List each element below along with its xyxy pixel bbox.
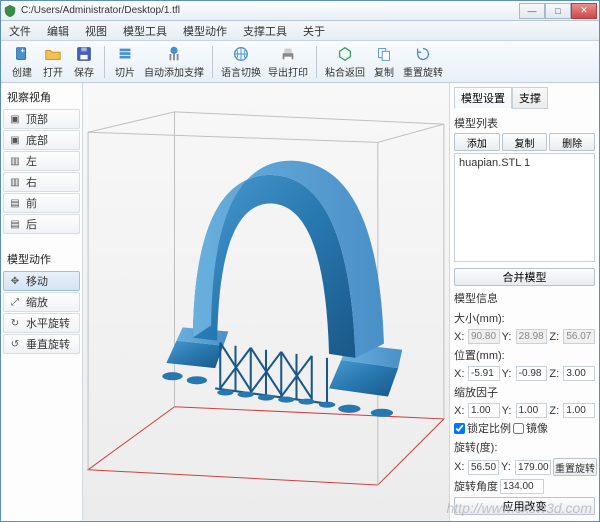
action-move-button[interactable]: ✥移动: [3, 271, 80, 291]
export-button[interactable]: 导出打印: [265, 43, 311, 81]
menu-edit[interactable]: 编辑: [43, 21, 73, 41]
action-hrot-button[interactable]: ↻水平旋转: [3, 313, 80, 333]
gluenav-button[interactable]: 粘合返回: [322, 43, 368, 81]
views-title: 视察视角: [3, 87, 80, 107]
size-x: 90.80: [468, 329, 500, 344]
cube-left-icon: ▥: [8, 156, 22, 167]
reset-rot-button[interactable]: 重置旋转: [553, 458, 597, 476]
scale-x[interactable]: 1.00: [468, 403, 500, 418]
reset-rotation-button[interactable]: 重置旋转: [400, 43, 446, 81]
3d-viewport[interactable]: [83, 83, 449, 521]
close-button[interactable]: ✕: [571, 3, 597, 19]
scene-render: [83, 83, 449, 521]
model-list-item[interactable]: huapian.STL 1: [457, 156, 592, 170]
pos-z[interactable]: 3.00: [563, 366, 595, 381]
copy-button[interactable]: 复制: [369, 43, 399, 81]
cube-back-icon: ▤: [8, 219, 22, 230]
scale-y[interactable]: 1.00: [516, 403, 548, 418]
move-icon: ✥: [8, 276, 22, 287]
right-panel: 模型设置 支撑 模型列表 添加 复制 删除 huapian.STL 1 合并模型…: [449, 83, 599, 521]
delete-model-button[interactable]: 删除: [549, 133, 595, 151]
left-panel: 视察视角 ▣顶部 ▣底部 ▥左 ▥右 ▤前 ▤后 模型动作 ✥移动 ⤢缩放 ↻水…: [1, 83, 83, 521]
window-title: C:/Users/Administrator/Desktop/1.tfl: [21, 5, 519, 16]
cube-top-icon: ▣: [8, 114, 22, 125]
menu-support-tools[interactable]: 支撑工具: [239, 21, 291, 41]
app-window: C:/Users/Administrator/Desktop/1.tfl — □…: [0, 0, 600, 522]
view-back-button[interactable]: ▤后: [3, 214, 80, 234]
pos-y[interactable]: -0.98: [516, 366, 548, 381]
titlebar: C:/Users/Administrator/Desktop/1.tfl — □…: [1, 1, 599, 21]
window-controls: — □ ✕: [519, 3, 597, 19]
menu-file[interactable]: 文件: [5, 21, 35, 41]
lock-ratio-checkbox[interactable]: 锁定比例: [454, 420, 511, 436]
tab-model-settings[interactable]: 模型设置: [454, 87, 512, 109]
menu-view[interactable]: 视图: [81, 21, 111, 41]
rot-y[interactable]: 179.00: [515, 460, 551, 475]
add-model-button[interactable]: 添加: [454, 133, 500, 151]
toolbar: 创建 打开 保存 切片 自动添加支撑 语言切换 导出打印 粘合返回 复制 重置旋…: [1, 41, 599, 83]
view-right-button[interactable]: ▥右: [3, 172, 80, 192]
scale-icon: ⤢: [8, 297, 22, 308]
app-icon: [3, 4, 17, 18]
language-button[interactable]: 语言切换: [218, 43, 264, 81]
view-left-button[interactable]: ▥左: [3, 151, 80, 171]
maximize-button[interactable]: □: [545, 3, 571, 19]
size-z: 56.07: [563, 329, 595, 344]
mirror-checkbox[interactable]: 镜像: [513, 420, 548, 436]
apply-button[interactable]: 应用改变: [454, 497, 595, 515]
cube-front-icon: ▤: [8, 198, 22, 209]
model-list-label: 模型列表: [454, 115, 595, 131]
copy-model-button[interactable]: 复制: [502, 133, 548, 151]
new-button[interactable]: 创建: [7, 43, 37, 81]
menu-model-tools[interactable]: 模型工具: [119, 21, 171, 41]
auto-support-button[interactable]: 自动添加支撑: [141, 43, 207, 81]
action-vrot-button[interactable]: ↺垂直旋转: [3, 334, 80, 354]
menu-about[interactable]: 关于: [299, 21, 329, 41]
cube-bottom-icon: ▣: [8, 135, 22, 146]
cube-right-icon: ▥: [8, 177, 22, 188]
view-front-button[interactable]: ▤前: [3, 193, 80, 213]
hrot-icon: ↻: [8, 318, 22, 329]
scale-label: 缩放因子: [454, 384, 595, 400]
actions-title: 模型动作: [3, 249, 80, 269]
size-y: 28.98: [516, 329, 548, 344]
menubar: 文件 编辑 视图 模型工具 模型动作 支撑工具 关于: [1, 21, 599, 41]
open-button[interactable]: 打开: [38, 43, 68, 81]
rot-x[interactable]: 56.50: [468, 460, 499, 475]
rot-angle-label: 旋转角度: [454, 478, 498, 494]
rot-angle[interactable]: 134.00: [500, 479, 544, 494]
pos-x[interactable]: -5.91: [468, 366, 500, 381]
model-info-label: 模型信息: [454, 290, 595, 306]
vrot-icon: ↺: [8, 339, 22, 350]
size-label: 大小(mm):: [454, 310, 595, 326]
view-bottom-button[interactable]: ▣底部: [3, 130, 80, 150]
minimize-button[interactable]: —: [519, 3, 545, 19]
tab-support[interactable]: 支撑: [512, 87, 548, 109]
view-top-button[interactable]: ▣顶部: [3, 109, 80, 129]
menu-model-actions[interactable]: 模型动作: [179, 21, 231, 41]
scale-z[interactable]: 1.00: [563, 403, 595, 418]
merge-model-button[interactable]: 合并模型: [454, 268, 595, 286]
rot-label: 旋转(度):: [454, 439, 595, 455]
pos-label: 位置(mm):: [454, 347, 595, 363]
main-area: 视察视角 ▣顶部 ▣底部 ▥左 ▥右 ▤前 ▤后 模型动作 ✥移动 ⤢缩放 ↻水…: [1, 83, 599, 521]
slice-button[interactable]: 切片: [110, 43, 140, 81]
model-list[interactable]: huapian.STL 1: [454, 153, 595, 262]
save-button[interactable]: 保存: [69, 43, 99, 81]
action-scale-button[interactable]: ⤢缩放: [3, 292, 80, 312]
